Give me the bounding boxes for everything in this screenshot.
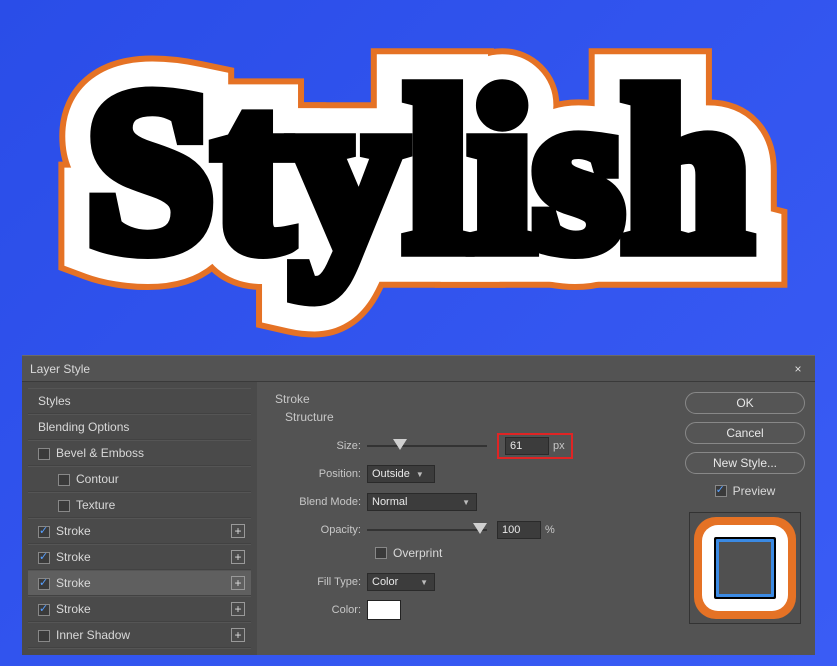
- overprint-label: Overprint: [393, 546, 442, 560]
- size-highlight: px: [497, 433, 573, 459]
- checkbox-icon[interactable]: [38, 552, 50, 564]
- sidebar-item-contour[interactable]: Contour: [28, 466, 251, 492]
- plus-icon[interactable]: +: [231, 524, 245, 538]
- size-slider-thumb[interactable]: [393, 439, 407, 450]
- preview-checkbox[interactable]: [715, 485, 727, 497]
- overprint-checkbox[interactable]: [375, 547, 387, 559]
- sidebar-item-stroke-1[interactable]: Stroke +: [28, 518, 251, 544]
- blend-mode-select[interactable]: Normal▼: [367, 493, 477, 511]
- checkbox-icon[interactable]: [38, 630, 50, 642]
- preview-row: Preview: [715, 484, 776, 498]
- dialog-titlebar[interactable]: Layer Style ×: [22, 356, 815, 382]
- chevron-down-icon: ▼: [462, 498, 470, 507]
- fill-type-select[interactable]: Color▼: [367, 573, 435, 591]
- size-label: Size:: [275, 440, 367, 452]
- sidebar-item-texture[interactable]: Texture: [28, 492, 251, 518]
- checkbox-icon[interactable]: [38, 526, 50, 538]
- dialog-title: Layer Style: [30, 362, 90, 376]
- blend-mode-label: Blend Mode:: [275, 496, 367, 508]
- color-label: Color:: [275, 604, 367, 616]
- stylish-stroke-black: Stylish: [86, 56, 751, 286]
- size-row: Size: px: [275, 434, 657, 458]
- sidebar-item-stroke-4[interactable]: Stroke +: [28, 596, 251, 622]
- sidebar-header-styles[interactable]: Styles: [28, 388, 251, 414]
- fill-type-row: Fill Type: Color▼: [275, 570, 657, 594]
- plus-icon[interactable]: +: [231, 628, 245, 642]
- styles-sidebar: Styles Blending Options Bevel & Emboss C…: [22, 382, 257, 655]
- size-unit: px: [553, 440, 565, 452]
- position-select[interactable]: Outside▼: [367, 465, 435, 483]
- sidebar-item-stroke-2[interactable]: Stroke +: [28, 544, 251, 570]
- checkbox-icon[interactable]: [38, 578, 50, 590]
- sidebar-blending-options[interactable]: Blending Options: [28, 414, 251, 440]
- plus-icon[interactable]: +: [231, 550, 245, 564]
- plus-icon[interactable]: +: [231, 576, 245, 590]
- blend-mode-row: Blend Mode: Normal▼: [275, 490, 657, 514]
- fill-type-label: Fill Type:: [275, 576, 367, 588]
- ok-button[interactable]: OK: [685, 392, 805, 414]
- opacity-slider[interactable]: [367, 523, 487, 537]
- size-slider[interactable]: [367, 439, 487, 453]
- dialog-actions: OK Cancel New Style... Preview: [675, 382, 815, 655]
- preview-label: Preview: [733, 484, 776, 498]
- opacity-input[interactable]: [497, 521, 541, 539]
- plus-icon[interactable]: +: [231, 602, 245, 616]
- color-swatch[interactable]: [367, 600, 401, 620]
- position-row: Position: Outside▼: [275, 462, 657, 486]
- size-input[interactable]: [505, 437, 549, 455]
- structure-label: Structure: [285, 410, 657, 424]
- checkbox-icon[interactable]: [38, 448, 50, 460]
- close-icon[interactable]: ×: [789, 362, 807, 376]
- checkbox-icon[interactable]: [58, 474, 70, 486]
- overprint-row: Overprint: [375, 546, 657, 560]
- new-style-button[interactable]: New Style...: [685, 452, 805, 474]
- panel-title: Stroke: [275, 392, 657, 406]
- preview-thumbnail: [689, 512, 801, 624]
- checkbox-icon[interactable]: [58, 500, 70, 512]
- color-row: Color:: [275, 598, 657, 622]
- cancel-button[interactable]: Cancel: [685, 422, 805, 444]
- opacity-label: Opacity:: [275, 524, 367, 536]
- chevron-down-icon: ▼: [416, 470, 424, 479]
- opacity-unit: %: [545, 524, 555, 536]
- opacity-slider-thumb[interactable]: [473, 523, 487, 534]
- sidebar-item-inner-shadow[interactable]: Inner Shadow +: [28, 622, 251, 648]
- sidebar-item-inner-glow[interactable]: Inner Glow: [28, 648, 251, 655]
- opacity-row: Opacity: %: [275, 518, 657, 542]
- sidebar-item-bevel-emboss[interactable]: Bevel & Emboss: [28, 440, 251, 466]
- checkbox-icon[interactable]: [38, 604, 50, 616]
- chevron-down-icon: ▼: [420, 578, 428, 587]
- layer-style-dialog: Layer Style × Styles Blending Options Be…: [22, 355, 815, 655]
- stroke-panel: Stroke Structure Size: px Position: Outs…: [257, 382, 675, 655]
- canvas-preview: Stylish Stylish Stylish Stylish: [0, 0, 837, 360]
- sidebar-item-stroke-3[interactable]: Stroke +: [28, 570, 251, 596]
- position-label: Position:: [275, 468, 367, 480]
